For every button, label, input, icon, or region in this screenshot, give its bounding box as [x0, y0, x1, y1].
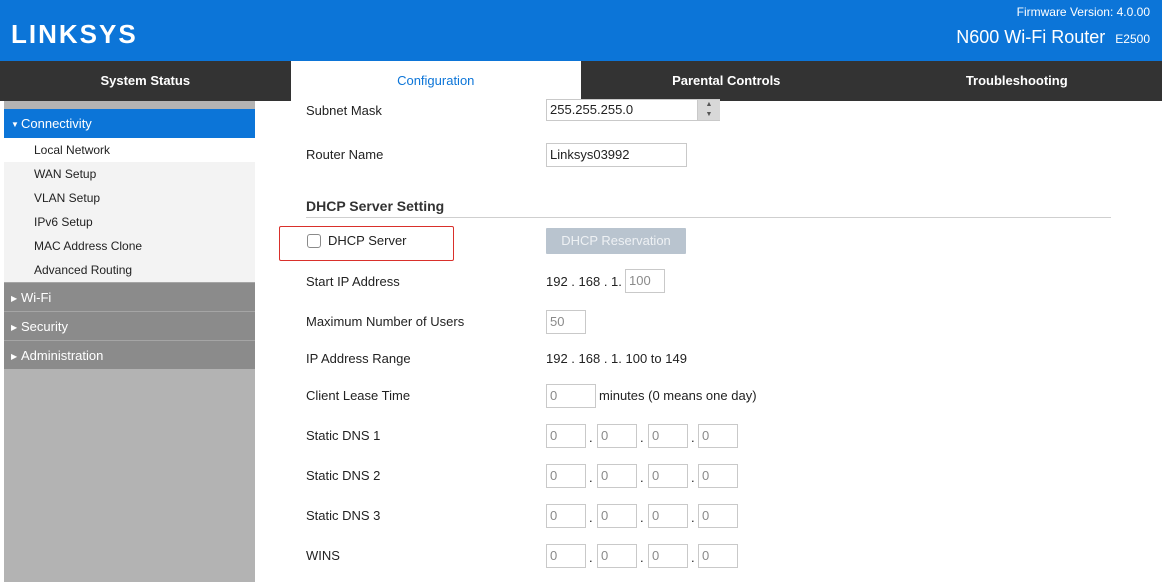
wins-octet-1[interactable]: 0 — [546, 544, 586, 568]
dot-separator: . — [691, 510, 695, 525]
sidebar-section-connectivity[interactable]: ▼ Connectivity — [4, 109, 255, 138]
start-ip-last-octet[interactable]: 100 — [625, 269, 665, 293]
dns1-octet-2[interactable]: 0 — [597, 424, 637, 448]
dot-separator: . — [640, 510, 644, 525]
sidebar-section-label: Wi-Fi — [21, 290, 52, 305]
dns3-octet-2[interactable]: 0 — [597, 504, 637, 528]
wins-octet-3[interactable]: 0 — [648, 544, 688, 568]
sidebar-item-ipv6-setup[interactable]: IPv6 Setup — [4, 210, 255, 234]
dns1-octet-3[interactable]: 0 — [648, 424, 688, 448]
dot-separator: . — [589, 470, 593, 485]
router-model: N600 Wi-Fi Router E2500 — [956, 26, 1150, 50]
wins-octet-4[interactable]: 0 — [698, 544, 738, 568]
sidebar-item-advanced-routing[interactable]: Advanced Routing — [4, 258, 255, 282]
sidebar: ▼ Connectivity Local Network WAN Setup VL… — [4, 101, 255, 582]
dns1-octet-1[interactable]: 0 — [546, 424, 586, 448]
firmware-version: Firmware Version: 4.0.00 — [1016, 5, 1150, 19]
dhcp-reservation-button[interactable]: DHCP Reservation — [546, 228, 686, 254]
ip-range-label: IP Address Range — [306, 351, 411, 366]
dot-separator: . — [691, 470, 695, 485]
max-users-input[interactable]: 50 — [546, 310, 586, 334]
sidebar-section-security[interactable]: ▶ Security — [4, 311, 255, 340]
caret-right-icon: ▶ — [11, 294, 18, 303]
tab-troubleshooting[interactable]: Troubleshooting — [872, 61, 1162, 101]
wins-label: WINS — [306, 548, 340, 563]
router-name-input[interactable]: Linksys03992 — [546, 143, 687, 167]
caret-right-icon: ▶ — [11, 323, 18, 332]
linksys-logo: LINKSYS — [11, 19, 138, 49]
dns2-octet-2[interactable]: 0 — [597, 464, 637, 488]
subnet-mask-value: 255.255.255.0 — [550, 102, 634, 117]
sidebar-item-mac-address-clone[interactable]: MAC Address Clone — [4, 234, 255, 258]
dns2-octet-1[interactable]: 0 — [546, 464, 586, 488]
dot-separator: . — [640, 550, 644, 565]
sidebar-item-local-network[interactable]: Local Network — [4, 138, 255, 162]
start-ip-prefix: 192 . 168 . 1. — [546, 274, 622, 289]
lease-time-label: Client Lease Time — [306, 388, 411, 403]
tab-system-status[interactable]: System Status — [0, 61, 291, 101]
dns2-octet-3[interactable]: 0 — [648, 464, 688, 488]
spinner-arrows-icon[interactable]: ▲ ▼ — [697, 100, 720, 120]
dns3-label: Static DNS 3 — [306, 508, 381, 523]
tab-configuration[interactable]: Configuration — [290, 61, 581, 101]
sidebar-item-vlan-setup[interactable]: VLAN Setup — [4, 186, 255, 210]
subnet-mask-label: Subnet Mask — [306, 103, 382, 118]
dns2-label: Static DNS 2 — [306, 468, 381, 483]
sidebar-section-label: Security — [21, 319, 68, 334]
wins-octet-2[interactable]: 0 — [597, 544, 637, 568]
dot-separator: . — [640, 430, 644, 445]
caret-down-icon: ▼ — [11, 120, 19, 129]
dhcp-server-checkbox[interactable] — [307, 234, 321, 248]
dot-separator: . — [589, 550, 593, 565]
sidebar-section-wifi[interactable]: ▶ Wi-Fi — [4, 282, 255, 311]
dot-separator: . — [691, 550, 695, 565]
dhcp-section-title: DHCP Server Setting — [306, 198, 445, 214]
dns3-octet-4[interactable]: 0 — [698, 504, 738, 528]
start-ip-label: Start IP Address — [306, 274, 400, 289]
sidebar-section-administration[interactable]: ▶ Administration — [4, 340, 255, 369]
sidebar-section-label: Connectivity — [21, 116, 92, 131]
dns1-label: Static DNS 1 — [306, 428, 381, 443]
dns3-octet-3[interactable]: 0 — [648, 504, 688, 528]
dot-separator: . — [589, 430, 593, 445]
dot-separator: . — [589, 510, 593, 525]
dot-separator: . — [691, 430, 695, 445]
dns1-octet-4[interactable]: 0 — [698, 424, 738, 448]
tab-parental-controls[interactable]: Parental Controls — [581, 61, 872, 101]
main-content: Subnet Mask 255.255.255.0 ▲ ▼ Router Name… — [255, 99, 1162, 582]
top-nav: System Status Configuration Parental Con… — [0, 61, 1162, 101]
caret-right-icon: ▶ — [11, 352, 18, 361]
sidebar-submenu: Local Network WAN Setup VLAN Setup IPv6 … — [4, 138, 255, 282]
model-name: N600 Wi-Fi Router — [956, 27, 1106, 47]
max-users-label: Maximum Number of Users — [306, 314, 465, 329]
dns3-octet-1[interactable]: 0 — [546, 504, 586, 528]
dns2-octet-4[interactable]: 0 — [698, 464, 738, 488]
router-name-label: Router Name — [306, 147, 384, 162]
dhcp-server-label: DHCP Server — [328, 233, 407, 248]
ip-range-value: 192 . 168 . 1. 100 to 149 — [546, 351, 687, 366]
dot-separator: . — [640, 470, 644, 485]
model-code: E2500 — [1115, 32, 1150, 46]
sidebar-item-wan-setup[interactable]: WAN Setup — [4, 162, 255, 186]
subnet-mask-select[interactable]: 255.255.255.0 ▲ ▼ — [546, 99, 720, 121]
header-bar: LINKSYS Firmware Version: 4.0.00 N600 Wi… — [0, 0, 1162, 61]
lease-time-suffix: minutes (0 means one day) — [599, 388, 757, 403]
sidebar-section-label: Administration — [21, 348, 104, 363]
section-divider — [306, 217, 1111, 218]
lease-time-input[interactable]: 0 — [546, 384, 596, 408]
